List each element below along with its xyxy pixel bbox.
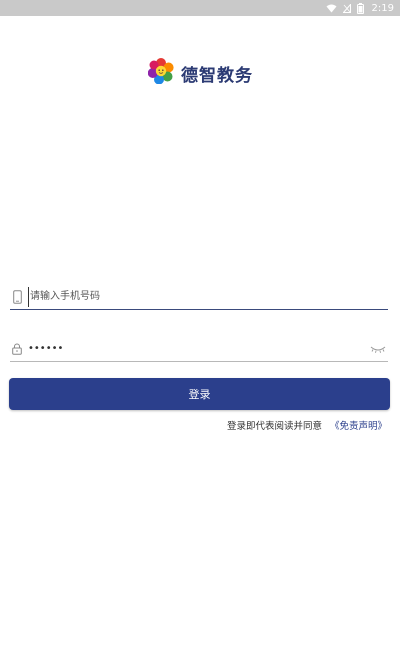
phone-input[interactable]: [28, 286, 388, 307]
disclaimer-link[interactable]: 《免责声明》: [330, 418, 387, 432]
status-time: 2:19: [371, 2, 394, 14]
agreement-row: 登录即代表阅读并同意 《免责声明》: [227, 418, 387, 432]
password-field: [10, 336, 388, 362]
signal-icon: [342, 3, 351, 13]
agreement-text: 登录即代表阅读并同意: [226, 421, 322, 432]
eye-closed-icon[interactable]: [368, 342, 388, 356]
password-input[interactable]: [28, 338, 368, 359]
lock-icon: [10, 341, 24, 357]
brand-header: 德智教务: [147, 58, 253, 88]
wifi-icon: [326, 4, 337, 13]
battery-icon: [356, 2, 364, 14]
app-title: 德智教务: [181, 65, 253, 86]
phone-icon: [10, 289, 24, 305]
phone-field: [10, 284, 388, 310]
flower-logo-icon: [147, 58, 174, 88]
status-bar: 2:19: [0, 0, 400, 16]
login-button[interactable]: 登录: [9, 378, 390, 410]
